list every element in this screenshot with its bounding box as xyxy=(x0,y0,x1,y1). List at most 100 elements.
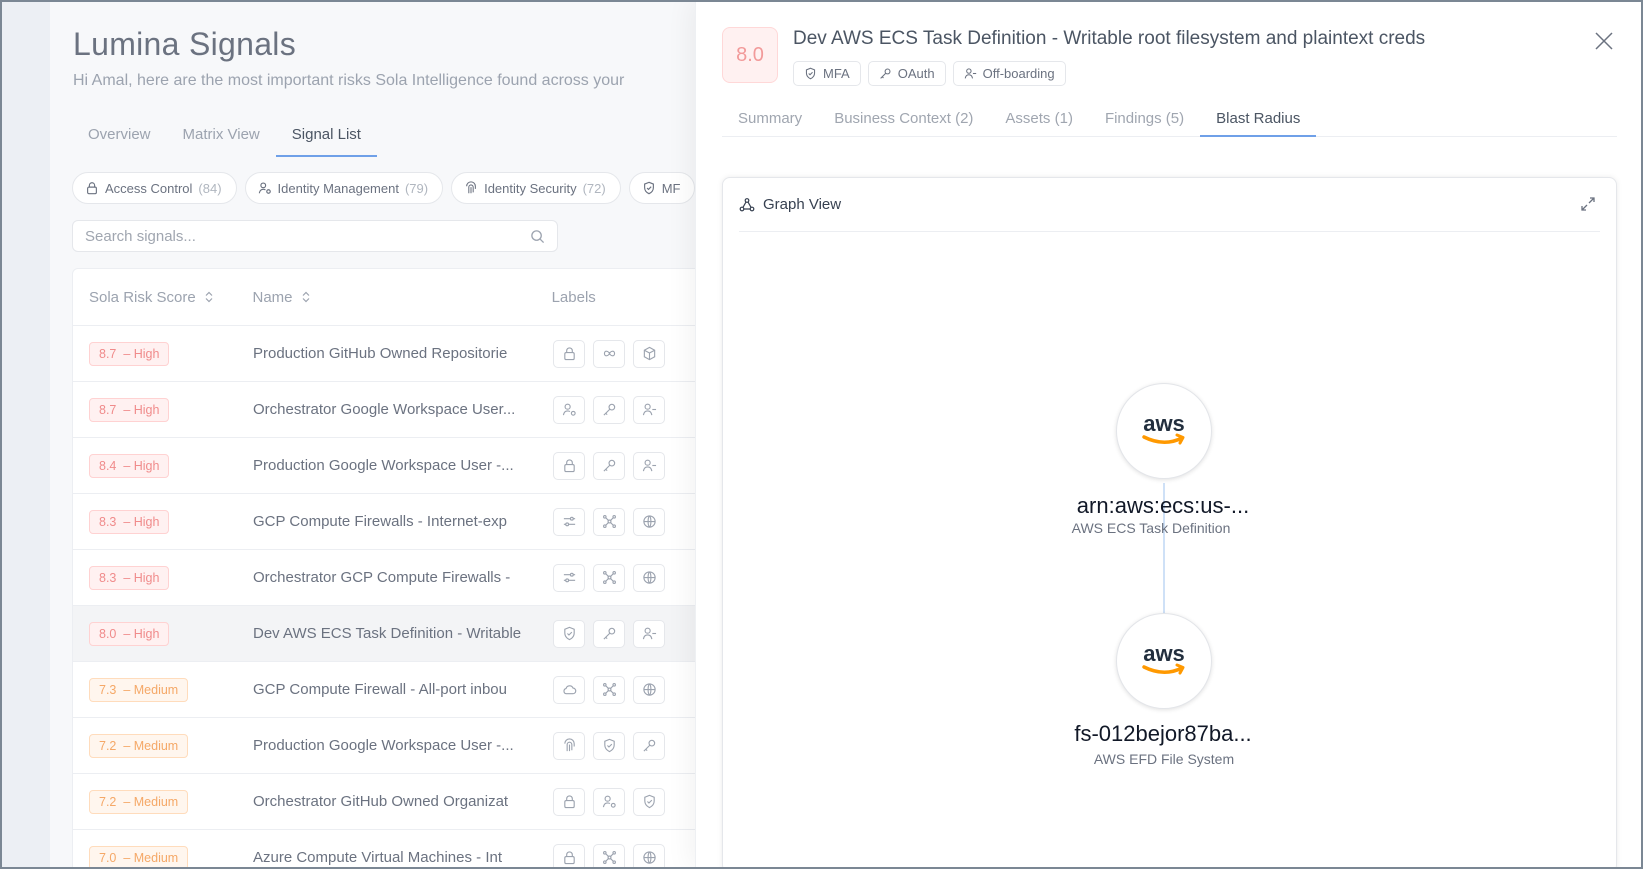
search-icon[interactable] xyxy=(530,229,545,244)
label-shield[interactable] xyxy=(593,731,625,760)
label-lock[interactable] xyxy=(553,843,585,868)
labels-cell xyxy=(553,787,665,816)
risk-badge: 7.0 – Medium xyxy=(89,845,189,868)
tag-mfa: MFA xyxy=(793,61,861,86)
label-lock[interactable] xyxy=(553,339,585,368)
drawer-tabs: Summary Business Context (2) Assets (1) … xyxy=(722,104,1617,137)
risk-badge: 8.7 – High xyxy=(89,397,170,422)
label-network[interactable] xyxy=(593,675,625,704)
graph-node-ecs-task[interactable]: aws xyxy=(1116,383,1212,479)
chip-label: Identity Security xyxy=(484,180,577,196)
label-fingerprint[interactable] xyxy=(553,731,585,760)
table-row[interactable]: 7.2 – Medium Production Google Workspace … xyxy=(73,718,751,774)
svg-text:aws: aws xyxy=(1143,411,1185,436)
label-cloud[interactable] xyxy=(553,675,585,704)
chip-access-control[interactable]: Access Control (84) xyxy=(72,172,237,204)
label-shield[interactable] xyxy=(633,787,665,816)
label-globe[interactable] xyxy=(633,675,665,704)
table-row[interactable]: 8.3 – High GCP Compute Firewalls - Intern… xyxy=(73,494,751,550)
table-row[interactable]: 8.0 – High Dev AWS ECS Task Definition - … xyxy=(73,606,751,662)
tab-business-context[interactable]: Business Context (2) xyxy=(818,104,989,137)
labels-cell xyxy=(553,843,665,868)
key-icon xyxy=(602,403,615,416)
tab-summary[interactable]: Summary xyxy=(722,104,818,137)
tab-assets[interactable]: Assets (1) xyxy=(989,104,1089,137)
sort-icon[interactable] xyxy=(204,291,214,303)
lock-icon xyxy=(87,182,97,195)
label-network[interactable] xyxy=(593,563,625,592)
signal-name: Production GitHub Owned Repositorie xyxy=(253,345,508,362)
tag-label: OAuth xyxy=(897,66,935,81)
label-user-minus[interactable] xyxy=(633,619,665,648)
label-key[interactable] xyxy=(593,395,625,424)
labels-cell xyxy=(553,395,665,424)
signal-name: Orchestrator Google Workspace User... xyxy=(253,401,516,418)
node-type: AWS EFD File System xyxy=(1093,751,1235,767)
node-name: arn:aws:ecs:us-... xyxy=(1076,493,1250,518)
globe-icon xyxy=(642,851,656,864)
table-row[interactable]: 8.7 – High Orchestrator Google Workspace … xyxy=(73,382,751,438)
tab-signal-list[interactable]: Signal List xyxy=(275,120,377,157)
label-key[interactable] xyxy=(633,731,665,760)
tag-label: MFA xyxy=(823,66,850,81)
chip-count: (79) xyxy=(404,180,429,196)
signal-name: Orchestrator GitHub Owned Organizat xyxy=(253,793,509,810)
header-score[interactable]: Sola Risk Score xyxy=(73,289,253,306)
label-sliders[interactable] xyxy=(553,507,585,536)
label-shield[interactable] xyxy=(553,619,585,648)
label-network[interactable] xyxy=(593,507,625,536)
score-cell: 7.0 – Medium xyxy=(73,845,253,868)
close-icon[interactable] xyxy=(1593,30,1615,52)
search-input[interactable] xyxy=(85,227,530,245)
score-cell: 8.3 – High xyxy=(73,565,253,590)
label-infinity[interactable] xyxy=(593,339,625,368)
sort-icon[interactable] xyxy=(301,291,311,303)
label-network[interactable] xyxy=(593,843,625,868)
sliders-icon xyxy=(563,572,575,583)
chip-identity-security[interactable]: Identity Security (72) xyxy=(451,172,621,204)
signals-table: Sola Risk Score Name Labels 8.7 – High Pr… xyxy=(72,268,752,869)
labels-cell xyxy=(553,731,665,760)
graph-icon xyxy=(739,197,755,211)
risk-badge: 8.0 – High xyxy=(89,621,170,646)
labels-cell xyxy=(553,339,665,368)
table-row[interactable]: 8.4 – High Production Google Workspace Us… xyxy=(73,438,751,494)
label-lock[interactable] xyxy=(553,787,585,816)
header-name-label: Name xyxy=(252,288,293,306)
header-name[interactable]: Name xyxy=(253,289,552,306)
label-user-minus[interactable] xyxy=(633,395,665,424)
label-sliders[interactable] xyxy=(553,563,585,592)
table-row[interactable]: 8.3 – High Orchestrator GCP Compute Firew… xyxy=(73,550,751,606)
tab-blast-radius[interactable]: Blast Radius xyxy=(1200,104,1317,137)
svg-text:aws: aws xyxy=(1143,641,1185,666)
table-row[interactable]: 7.3 – Medium GCP Compute Firewall - All-p… xyxy=(73,662,751,718)
label-user-cog[interactable] xyxy=(553,395,585,424)
label-user-cog[interactable] xyxy=(593,787,625,816)
label-globe[interactable] xyxy=(633,843,665,868)
table-row[interactable]: 7.2 – Medium Orchestrator GitHub Owned Or… xyxy=(73,774,751,830)
lock-icon xyxy=(563,459,575,473)
label-lock[interactable] xyxy=(553,451,585,480)
tab-findings[interactable]: Findings (5) xyxy=(1089,104,1200,137)
signal-name: Production Google Workspace User -... xyxy=(253,737,514,754)
network-icon xyxy=(602,683,616,696)
label-globe[interactable] xyxy=(633,507,665,536)
labels-cell xyxy=(553,507,665,536)
label-box[interactable] xyxy=(633,339,665,368)
graph-node-efs[interactable]: aws xyxy=(1116,613,1212,709)
node-name: fs-012bejor87ba... xyxy=(1074,721,1252,746)
label-key[interactable] xyxy=(593,619,625,648)
label-key[interactable] xyxy=(593,451,625,480)
expand-icon[interactable] xyxy=(1580,196,1596,212)
label-user-minus[interactable] xyxy=(633,451,665,480)
fingerprint-icon xyxy=(466,181,476,194)
tab-overview[interactable]: Overview xyxy=(72,120,167,157)
tab-matrix-view[interactable]: Matrix View xyxy=(167,120,276,157)
score-cell: 8.7 – High xyxy=(73,341,253,366)
label-globe[interactable] xyxy=(633,563,665,592)
chip-mfa[interactable]: MF xyxy=(628,172,696,204)
risk-badge: 8.4 – High xyxy=(89,453,170,478)
table-row[interactable]: 8.7 – High Production GitHub Owned Reposi… xyxy=(73,326,751,382)
chip-identity-management[interactable]: Identity Management (79) xyxy=(244,172,444,204)
table-row[interactable]: 7.0 – Medium Azure Compute Virtual Machin… xyxy=(73,830,751,868)
